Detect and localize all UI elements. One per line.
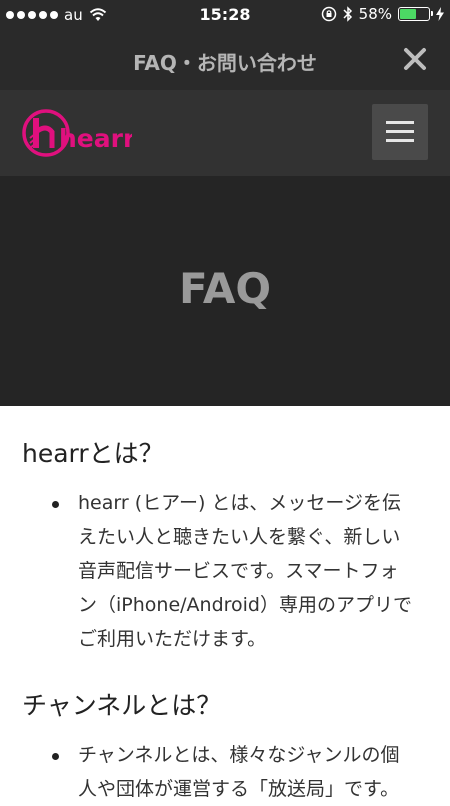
hero-banner: FAQ xyxy=(0,176,450,406)
charging-bolt-icon xyxy=(436,7,444,21)
faq-content: hearrとは？ hearr (ヒアー) とは、メッセージを伝 えたい人と聴きた… xyxy=(0,406,450,800)
site-header: hearr xyxy=(0,90,450,176)
close-icon[interactable] xyxy=(400,44,430,74)
answer-line: 人や団体が運営する「放送局」です。 xyxy=(78,778,400,800)
answer-line: チャンネルとは、様々なジャンルの個 xyxy=(78,744,400,766)
orientation-lock-icon xyxy=(321,6,336,22)
title-bar: FAQ・お問い合わせ xyxy=(0,30,450,90)
hearr-logo[interactable]: hearr xyxy=(22,104,136,162)
battery-percent: 58% xyxy=(358,5,392,23)
faq-question: hearrとは？ xyxy=(22,439,164,468)
bullet xyxy=(52,501,59,508)
answer-line: ン（iPhone/Android）専用のアプリで xyxy=(78,594,412,616)
status-bar: au 15:28 58% xyxy=(0,0,450,30)
battery-icon xyxy=(398,7,433,21)
page-title: FAQ・お問い合わせ xyxy=(133,51,317,75)
answer-line: ご利用いただけます。 xyxy=(78,628,267,650)
faq-question: チャンネルとは？ xyxy=(22,691,222,720)
faq-answer: チャンネルとは、様々なジャンルの個 人や団体が運営する「放送局」です。 xyxy=(78,738,428,806)
answer-line: えたい人と聴きたい人を繋ぐ、新しい xyxy=(78,526,401,548)
battery-fill xyxy=(400,9,416,19)
answer-line: 音声配信サービスです。スマートフォ xyxy=(78,560,399,582)
logo-text: hearr xyxy=(59,124,132,153)
status-right: 58% xyxy=(321,5,444,23)
answer-line: hearr (ヒアー) とは、メッセージを伝 xyxy=(78,492,402,514)
bluetooth-icon xyxy=(343,6,352,22)
bullet xyxy=(52,753,59,760)
hamburger-menu-button[interactable] xyxy=(372,104,428,160)
hero-title: FAQ xyxy=(178,264,272,313)
faq-answer: hearr (ヒアー) とは、メッセージを伝 えたい人と聴きたい人を繋ぐ、新しい… xyxy=(78,486,428,656)
